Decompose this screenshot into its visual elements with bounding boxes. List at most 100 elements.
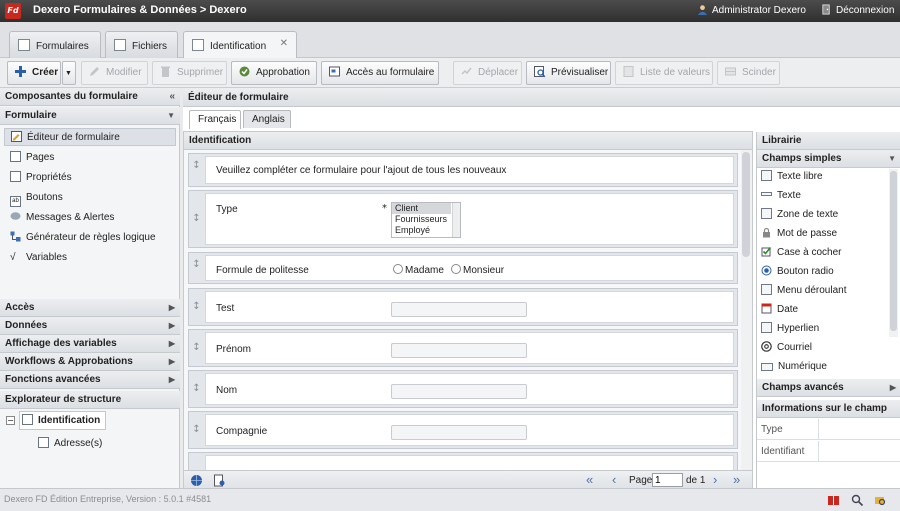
chevron-right-icon: ▶ [168, 375, 175, 384]
list-icon [623, 66, 634, 77]
create-button[interactable]: Créer [7, 61, 61, 85]
prev-page-button[interactable]: ‹ [612, 473, 616, 487]
drag-handle-icon[interactable]: ↕ [189, 191, 204, 247]
close-icon[interactable]: ✕ [280, 38, 288, 49]
move-button[interactable]: Déplacer [453, 61, 522, 85]
simple-fields-header[interactable]: Champs simples ▼ [757, 150, 900, 168]
drag-handle-icon[interactable]: ↕ [189, 371, 204, 407]
form-row-test[interactable]: ↕ Test [188, 288, 738, 326]
listbox-scrollbar[interactable] [452, 203, 460, 237]
listbox-option-selected[interactable]: Client [392, 203, 451, 214]
tab-english[interactable]: Anglais [243, 110, 291, 128]
lib-free-text[interactable]: Texte libre [761, 168, 823, 186]
logout-link[interactable]: Déconnexion [821, 4, 894, 16]
drag-handle-icon[interactable]: ↕ [189, 154, 204, 186]
nav-buttons[interactable]: ab Boutons [10, 189, 63, 207]
lib-text-area[interactable]: Zone de texte [761, 206, 838, 224]
group-variable-display[interactable]: Affichage des variables ▶ [0, 335, 180, 353]
plus-icon [15, 66, 26, 77]
page-settings-icon[interactable] [213, 474, 226, 487]
first-page-button[interactable]: « [586, 473, 593, 487]
tree-node-identification[interactable]: Identification [19, 411, 107, 430]
nav-form-editor[interactable]: Éditeur de formulaire [4, 128, 176, 146]
lib-email[interactable]: Courriel [761, 339, 812, 357]
form-row-politesse[interactable]: ↕ Formule de politesse Madame Monsieur [188, 252, 738, 284]
group-workflows[interactable]: Workflows & Approbations ▶ [0, 353, 180, 371]
collapse-left-icon[interactable]: « [169, 88, 175, 106]
type-listbox[interactable]: Client Fournisseurs Employé [391, 202, 461, 238]
library-scrollbar[interactable] [889, 169, 898, 337]
nav-variables[interactable]: √ Variables [10, 249, 67, 267]
form-access-button[interactable]: Accès au formulaire [321, 61, 439, 85]
nav-messages[interactable]: Messages & Alertes [10, 209, 114, 227]
nav-label: Boutons [26, 192, 63, 203]
page-number-input[interactable] [652, 473, 683, 487]
settings-search-icon[interactable] [851, 494, 864, 507]
formulaire-section-header[interactable]: Formulaire ▼ [0, 107, 180, 125]
advanced-fields-title: Champs avancés [762, 382, 844, 393]
tab-fichiers[interactable]: Fichiers [105, 31, 178, 58]
tab-formulaires[interactable]: Formulaires [9, 31, 101, 58]
nom-input[interactable] [391, 384, 527, 399]
compagnie-input[interactable] [391, 425, 527, 440]
delete-button[interactable]: Supprimer [152, 61, 227, 85]
form-row-intro[interactable]: ↕ Veuillez compléter ce formulaire pour … [188, 153, 738, 187]
group-data[interactable]: Données ▶ [0, 317, 180, 335]
lib-numeric[interactable]: Numérique [761, 358, 827, 376]
form-row-nom[interactable]: ↕ Nom [188, 370, 738, 408]
lib-password[interactable]: Mot de passe [761, 225, 837, 243]
value-list-button[interactable]: Liste de valeurs [615, 61, 713, 85]
drag-handle-icon[interactable]: ↕ [189, 330, 204, 366]
drag-handle-icon[interactable]: ↕ [189, 412, 204, 448]
drag-handle-icon[interactable]: ↕ [189, 253, 204, 283]
form-icon [192, 39, 204, 51]
tab-identification[interactable]: Identification ✕ [183, 31, 297, 59]
form-scrollbar[interactable] [741, 150, 752, 470]
nav-rules-generator[interactable]: Générateur de règles logique [10, 229, 156, 247]
form-row-compagnie[interactable]: ↕ Compagnie [188, 411, 738, 449]
preview-button[interactable]: Prévisualiser [526, 61, 611, 85]
help-book-icon[interactable] [827, 494, 840, 507]
group-access[interactable]: Accès ▶ [0, 299, 180, 317]
create-dropdown-button[interactable]: ▼ [62, 61, 76, 85]
form-row-partial[interactable] [188, 452, 738, 470]
lib-radio[interactable]: Bouton radio [761, 263, 834, 281]
search-folder-icon[interactable] [874, 494, 887, 507]
tree-node-address[interactable]: Adresse(s) [38, 435, 102, 453]
lib-hyperlink[interactable]: Hyperlien [761, 320, 819, 338]
radio-monsieur[interactable]: Monsieur [451, 264, 504, 276]
modify-button[interactable]: Modifier [81, 61, 148, 85]
user-menu[interactable]: Administrator Dexero [697, 4, 806, 16]
form-row-type[interactable]: ↕ Type * Client Fournisseurs Employé [188, 190, 738, 248]
user-name: Administrator Dexero [712, 5, 806, 16]
listbox-option[interactable]: Fournisseurs [392, 214, 460, 225]
tree-collapse-button[interactable]: − [6, 416, 15, 425]
dropdown-icon [761, 284, 772, 295]
numeric-icon [761, 363, 773, 371]
group-advanced-functions[interactable]: Fonctions avancées ▶ [0, 371, 180, 389]
next-page-button[interactable]: › [713, 473, 717, 487]
approval-button[interactable]: Approbation [231, 61, 317, 85]
globe-icon[interactable] [190, 474, 203, 487]
tab-french[interactable]: Français [189, 110, 241, 129]
lib-checkbox[interactable]: Case à cocher [761, 244, 841, 262]
form-field: Formule de politesse Madame Monsieur [205, 255, 734, 281]
split-button[interactable]: Scinder [717, 61, 780, 85]
last-page-button[interactable]: » [733, 473, 740, 487]
lib-date[interactable]: Date [761, 301, 798, 319]
properties-icon [10, 171, 21, 182]
advanced-fields-header[interactable]: Champs avancés ▶ [757, 379, 900, 397]
scrollbar-thumb[interactable] [742, 152, 750, 257]
drag-handle-icon[interactable] [189, 453, 204, 470]
nav-properties[interactable]: Propriétés [10, 169, 72, 187]
scrollbar-thumb[interactable] [890, 171, 897, 331]
lib-dropdown[interactable]: Menu déroulant [761, 282, 847, 300]
nav-pages[interactable]: Pages [10, 149, 54, 167]
form-row-prenom[interactable]: ↕ Prénom [188, 329, 738, 367]
test-input[interactable] [391, 302, 527, 317]
listbox-option[interactable]: Employé [392, 225, 460, 236]
drag-handle-icon[interactable]: ↕ [189, 289, 204, 325]
radio-madame[interactable]: Madame [393, 264, 444, 276]
lib-text[interactable]: Texte [761, 187, 801, 205]
prenom-input[interactable] [391, 343, 527, 358]
